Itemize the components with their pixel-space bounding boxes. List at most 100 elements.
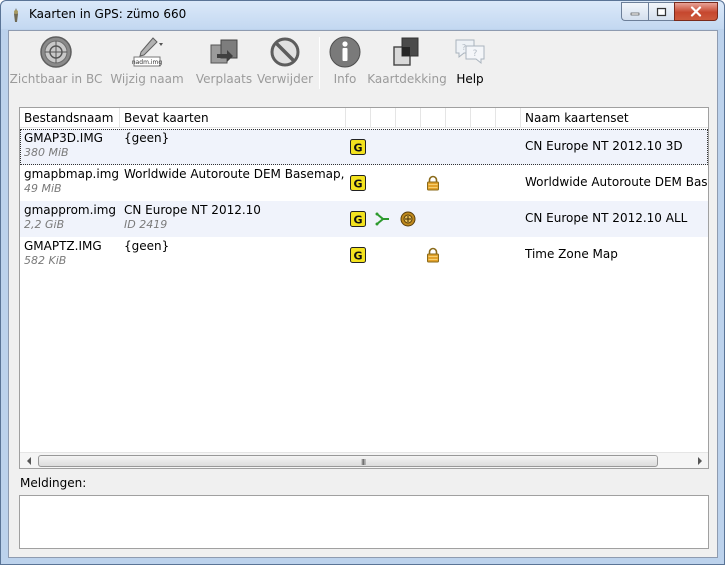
- list-header: Bestandsnaam Bevat kaarten Naam kaartens…: [20, 108, 708, 128]
- close-icon: [690, 6, 702, 17]
- minimize-icon: [630, 12, 640, 15]
- maps-cell: Worldwide Autoroute DEM Basemap,NR: [124, 167, 344, 181]
- table-row[interactable]: GMAP3D.IMG 380 MiB {geen} G CN Europe NT…: [20, 129, 708, 165]
- file-name: GMAP3D.IMG: [24, 131, 103, 145]
- coverage-label: Kaartdekking: [367, 72, 447, 86]
- table-row[interactable]: GMAPTZ.IMG 582 KiB {geen} G Time Zone Ma…: [20, 237, 708, 273]
- maps-value: {geen}: [124, 239, 170, 253]
- scroll-right-button[interactable]: [691, 453, 708, 468]
- help-label: Help: [456, 72, 484, 86]
- column-header-icon-3[interactable]: [396, 108, 421, 128]
- visible-in-bc-button[interactable]: Zichtbaar in BC: [10, 35, 102, 91]
- maps-value: {geen}: [124, 131, 170, 145]
- scroll-left-button[interactable]: [20, 453, 37, 468]
- move-label: Verplaats: [195, 72, 253, 86]
- rename-badge-text: nadm.img: [132, 59, 163, 66]
- lock-icon: [427, 175, 439, 191]
- help-button[interactable]: ? ? Help: [449, 35, 491, 91]
- file-name: GMAPTZ.IMG: [24, 239, 102, 253]
- horizontal-scrollbar[interactable]: III: [20, 452, 708, 468]
- minimize-button[interactable]: [621, 2, 648, 21]
- maps-cell: CN Europe NT 2012.10 ID 2419: [124, 203, 344, 231]
- grip-icon: III: [361, 458, 366, 467]
- info-button[interactable]: Info: [325, 35, 365, 91]
- svg-text:G: G: [353, 142, 362, 155]
- compass-icon: [40, 36, 72, 68]
- coverage-button[interactable]: Kaartdekking: [367, 35, 447, 91]
- maps-list[interactable]: Bestandsnaam Bevat kaarten Naam kaartens…: [19, 107, 709, 469]
- garmin-g-icon: G: [350, 247, 366, 263]
- junction-icon: [400, 211, 416, 227]
- close-button[interactable]: [674, 2, 718, 21]
- window-title: Kaarten in GPS: zümo 660: [29, 7, 187, 21]
- delete-button[interactable]: Verwijder: [257, 35, 313, 91]
- svg-text:?: ?: [462, 43, 466, 52]
- garmin-g-icon: G: [350, 139, 366, 155]
- set-name-cell: CN Europe NT 2012.10 3D: [525, 139, 683, 153]
- move-button[interactable]: Verplaats: [194, 35, 254, 91]
- toolbar: Zichtbaar in BC nadm.img Wijzig naam Ver…: [9, 31, 717, 95]
- column-header-set-name[interactable]: Naam kaartenset: [521, 108, 708, 128]
- toolbar-separator: [319, 37, 320, 89]
- garmin-g-icon: G: [350, 175, 366, 191]
- filename-cell: gmapbmap.img 49 MiB: [24, 167, 118, 195]
- garmin-g-icon: G: [350, 211, 366, 227]
- column-header-icon-6[interactable]: [471, 108, 496, 128]
- set-name-cell: Time Zone Map: [525, 247, 618, 261]
- filename-cell: gmapprom.img 2,2 GiB: [24, 203, 118, 231]
- maps-id: ID 2419: [124, 218, 168, 231]
- rename-pencil-icon: nadm.img: [132, 37, 163, 67]
- title-bar[interactable]: Kaarten in GPS: zümo 660: [1, 1, 724, 29]
- svg-text:?: ?: [473, 49, 478, 59]
- file-size: 2,2 GiB: [24, 218, 65, 231]
- filename-cell: GMAP3D.IMG 380 MiB: [24, 131, 118, 159]
- caption-buttons: [621, 2, 718, 22]
- column-header-icon-7[interactable]: [496, 108, 521, 128]
- main-window: Kaarten in GPS: zümo 660 Zichtbaar in BC…: [0, 0, 725, 565]
- file-name: gmapprom.img: [24, 203, 117, 217]
- scrollbar-thumb[interactable]: III: [38, 455, 658, 467]
- maps-cell: {geen}: [124, 239, 344, 253]
- info-icon: [329, 36, 361, 68]
- table-row[interactable]: gmapprom.img 2,2 GiB CN Europe NT 2012.1…: [20, 201, 708, 237]
- column-header-icon-4[interactable]: [421, 108, 446, 128]
- column-header-filename[interactable]: Bestandsnaam: [20, 108, 120, 128]
- delete-icon: [270, 37, 300, 67]
- move-icon: [210, 39, 238, 64]
- routing-icon: [375, 212, 389, 226]
- info-label: Info: [333, 72, 357, 86]
- delete-label: Verwijder: [257, 72, 314, 86]
- visible-in-bc-label: Zichtbaar in BC: [9, 72, 103, 86]
- column-header-icon-5[interactable]: [446, 108, 471, 128]
- rename-button[interactable]: nadm.img Wijzig naam: [110, 35, 184, 91]
- svg-text:G: G: [353, 214, 362, 227]
- chevron-left-icon: [26, 457, 31, 465]
- file-size: 582 KiB: [24, 254, 67, 267]
- maps-value: Worldwide Autoroute DEM Basemap,NR: [124, 167, 344, 181]
- svg-text:G: G: [353, 178, 362, 191]
- lock-icon: [427, 247, 439, 263]
- table-row[interactable]: gmapbmap.img 49 MiB Worldwide Autoroute …: [20, 165, 708, 201]
- rename-label: Wijzig naam: [110, 72, 184, 86]
- messages-label: Meldingen:: [20, 476, 87, 490]
- column-header-icon-2[interactable]: [371, 108, 396, 128]
- maximize-icon: [656, 7, 667, 16]
- maps-cell: {geen}: [124, 131, 344, 145]
- messages-box[interactable]: [19, 495, 709, 549]
- filename-cell: GMAPTZ.IMG 582 KiB: [24, 239, 118, 267]
- file-size: 380 MiB: [24, 146, 69, 159]
- chevron-right-icon: [697, 457, 702, 465]
- client-area: Zichtbaar in BC nadm.img Wijzig naam Ver…: [8, 30, 718, 558]
- help-icon: ? ?: [455, 39, 485, 65]
- set-name-cell: Worldwide Autoroute DEM Basemap: [525, 175, 707, 189]
- file-name: gmapbmap.img: [24, 167, 118, 181]
- maximize-button[interactable]: [648, 2, 674, 21]
- file-size: 49 MiB: [24, 182, 62, 195]
- svg-text:G: G: [353, 250, 362, 263]
- column-header-icon-1[interactable]: [346, 108, 371, 128]
- column-header-maps[interactable]: Bevat kaarten: [120, 108, 346, 128]
- app-icon: [14, 8, 18, 22]
- coverage-icon: [393, 37, 419, 66]
- maps-value: CN Europe NT 2012.10: [124, 203, 261, 217]
- set-name-cell: CN Europe NT 2012.10 ALL: [525, 211, 688, 225]
